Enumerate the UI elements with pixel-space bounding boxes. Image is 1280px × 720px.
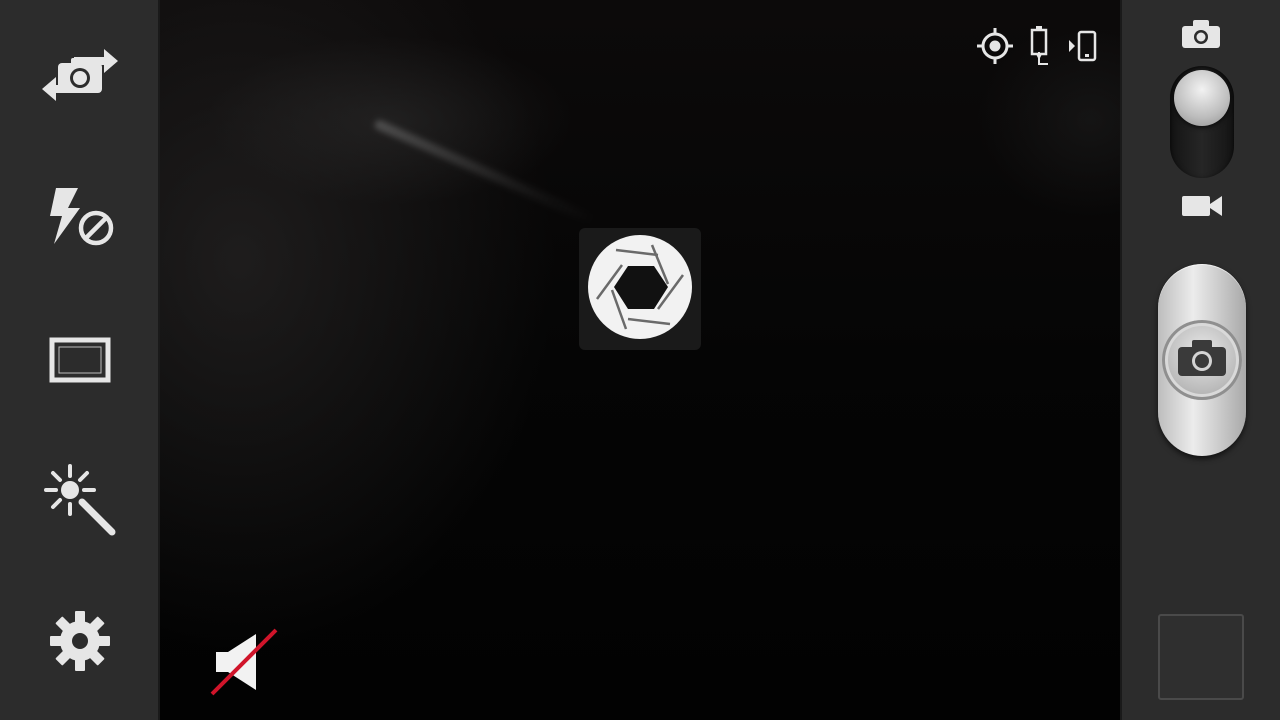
mode-switch-knob[interactable] xyxy=(1174,70,1230,126)
camera-settings-panel xyxy=(0,0,160,720)
effects-magic-wand-icon xyxy=(42,462,118,538)
focus-indicator xyxy=(579,228,701,350)
mute-icon xyxy=(210,628,280,702)
picture-size-button[interactable] xyxy=(20,310,140,410)
switch-camera-icon xyxy=(38,43,122,107)
storage-phone-icon xyxy=(1066,28,1100,68)
settings-gear-icon xyxy=(49,610,111,672)
flash-off-icon xyxy=(42,184,118,248)
shutter-button[interactable] xyxy=(1158,264,1246,456)
shutter-button-face[interactable] xyxy=(1162,320,1242,400)
battery-charging-icon xyxy=(1028,24,1052,72)
settings-button[interactable] xyxy=(20,591,140,691)
gps-target-icon xyxy=(976,27,1014,69)
scene-light-streak xyxy=(372,118,597,226)
viewfinder[interactable] xyxy=(160,0,1120,720)
sound-mute-button[interactable] xyxy=(210,628,280,698)
video-camera-icon xyxy=(1180,190,1224,226)
effects-button[interactable] xyxy=(20,450,140,550)
capture-controls-panel xyxy=(1120,0,1280,720)
aspect-ratio-icon xyxy=(49,337,111,383)
camera-video-mode-switch[interactable] xyxy=(1170,66,1234,178)
camera-mode-icon xyxy=(1180,18,1222,54)
switch-camera-button[interactable] xyxy=(20,25,140,125)
status-indicators xyxy=(976,24,1100,72)
camera-icon xyxy=(1176,338,1228,382)
camera-app xyxy=(0,0,1280,720)
gallery-thumbnail[interactable] xyxy=(1158,614,1244,700)
flash-mode-button[interactable] xyxy=(20,166,140,266)
aperture-shutter-icon xyxy=(586,233,694,345)
